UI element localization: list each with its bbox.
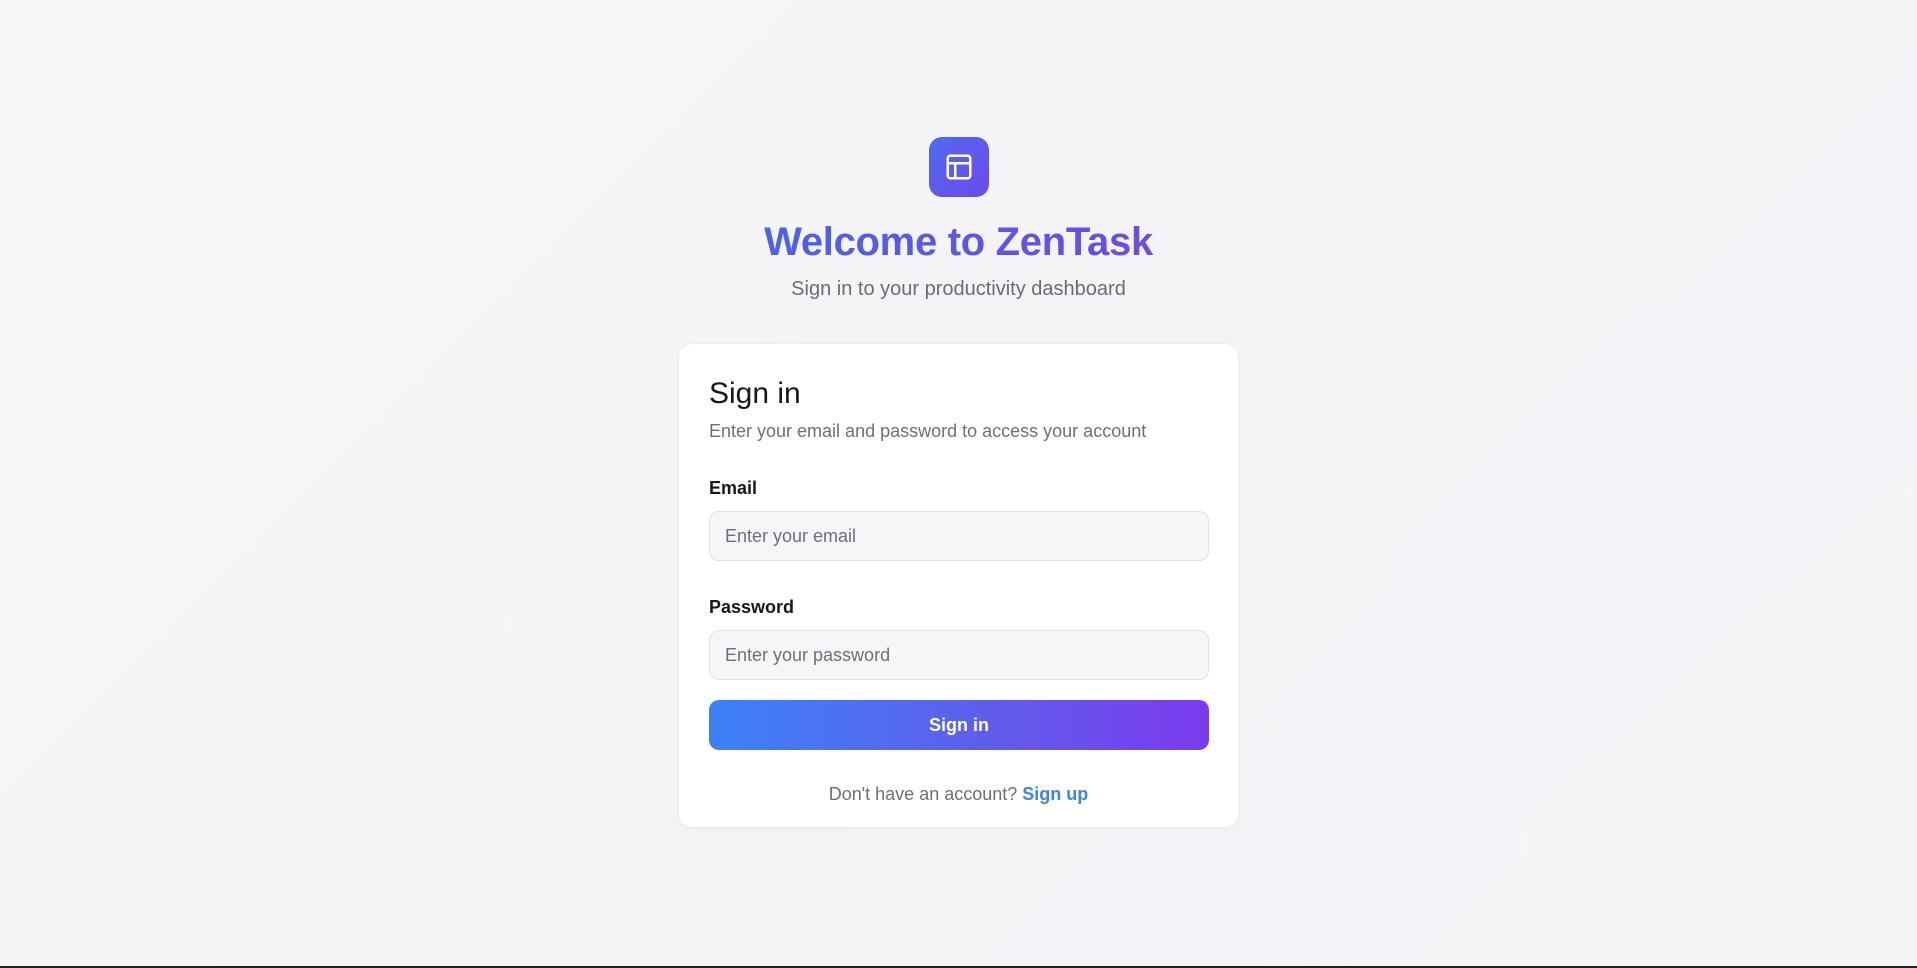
card-description: Enter your email and password to access … <box>709 421 1147 441</box>
layout-icon <box>946 154 971 180</box>
login-page: Welcome to ZenTask Sign in to your produ… <box>0 0 1917 966</box>
welcome-header: Welcome to ZenTask Sign in to your produ… <box>0 137 1917 301</box>
app-logo <box>928 137 989 197</box>
email-label: Email <box>709 478 758 498</box>
signup-prompt: Don't have an account? Sign up <box>709 783 1208 805</box>
signup-prompt-text: Don't have an account? <box>828 784 1018 804</box>
card-title: Sign in <box>709 377 801 410</box>
page-subtitle: Sign in to your productivity dashboard <box>791 278 1126 300</box>
page-title: Welcome to ZenTask <box>764 220 1153 264</box>
signup-link[interactable]: Sign up <box>1022 784 1088 804</box>
signin-card: Sign in Enter your email and password to… <box>678 343 1239 828</box>
password-field[interactable] <box>709 630 1209 680</box>
password-label: Password <box>709 597 795 617</box>
signin-button[interactable]: Sign in <box>709 700 1209 750</box>
email-field[interactable] <box>709 511 1209 561</box>
